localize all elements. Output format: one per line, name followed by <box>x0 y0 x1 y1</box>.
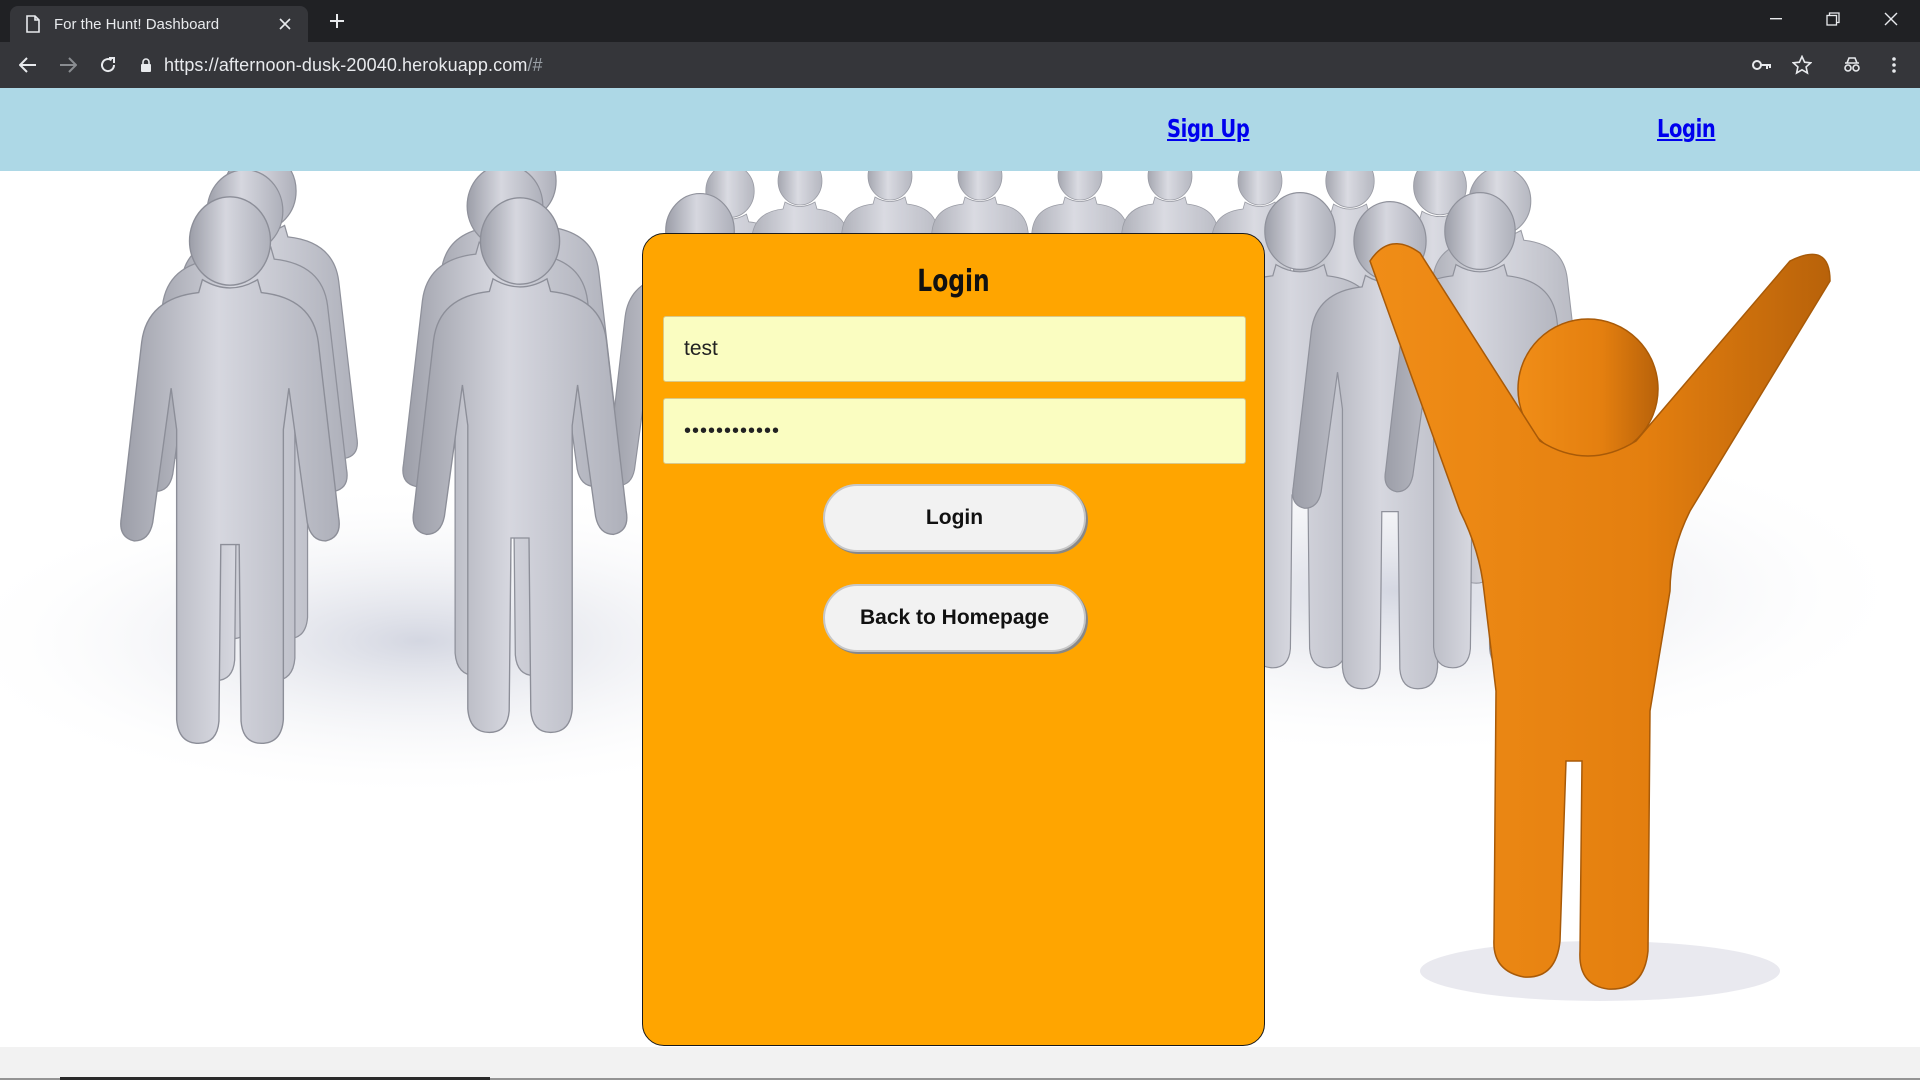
star-icon[interactable] <box>1786 49 1818 81</box>
back-to-homepage-button[interactable]: Back to Homepage <box>823 584 1086 652</box>
document-icon <box>26 15 40 33</box>
incognito-icon[interactable] <box>1836 49 1868 81</box>
password-input[interactable]: •••••••••••• <box>663 398 1246 464</box>
browser-toolbar: https://afternoon-dusk-20040.herokuapp.c… <box>0 42 1920 88</box>
kebab-menu-icon[interactable] <box>1878 49 1910 81</box>
username-input[interactable]: test <box>663 316 1246 382</box>
login-title: Login <box>917 264 990 299</box>
lock-icon <box>140 58 152 72</box>
web-page: Sign Up Login Login test •••••••••••• Lo… <box>0 88 1920 1080</box>
key-icon[interactable] <box>1746 49 1778 81</box>
url-text: https://afternoon-dusk-20040.herokuapp.c… <box>164 54 543 75</box>
browser-tab[interactable]: For the Hunt! Dashboard <box>10 6 308 42</box>
close-icon[interactable] <box>274 13 296 35</box>
login-button[interactable]: Login <box>823 484 1086 552</box>
plus-icon[interactable] <box>322 6 352 36</box>
browser-titlebar: For the Hunt! Dashboard <box>0 0 1920 42</box>
tab-title: For the Hunt! Dashboard <box>54 15 220 33</box>
login-card: Login test •••••••••••• Login Back to Ho… <box>642 233 1265 1046</box>
address-bar[interactable]: https://afternoon-dusk-20040.herokuapp.c… <box>140 49 1760 81</box>
arrow-left-icon[interactable] <box>12 49 44 81</box>
arrow-right-icon[interactable] <box>52 49 84 81</box>
restore-icon[interactable] <box>1810 0 1856 38</box>
window-close-icon[interactable] <box>1868 0 1914 38</box>
reload-icon[interactable] <box>92 49 124 81</box>
signup-link[interactable]: Sign Up <box>1167 114 1250 143</box>
minimize-icon[interactable] <box>1753 0 1799 38</box>
login-link[interactable]: Login <box>1657 114 1716 143</box>
page-bottom-strip <box>0 1047 1920 1080</box>
site-navbar: Sign Up Login <box>0 88 1920 171</box>
